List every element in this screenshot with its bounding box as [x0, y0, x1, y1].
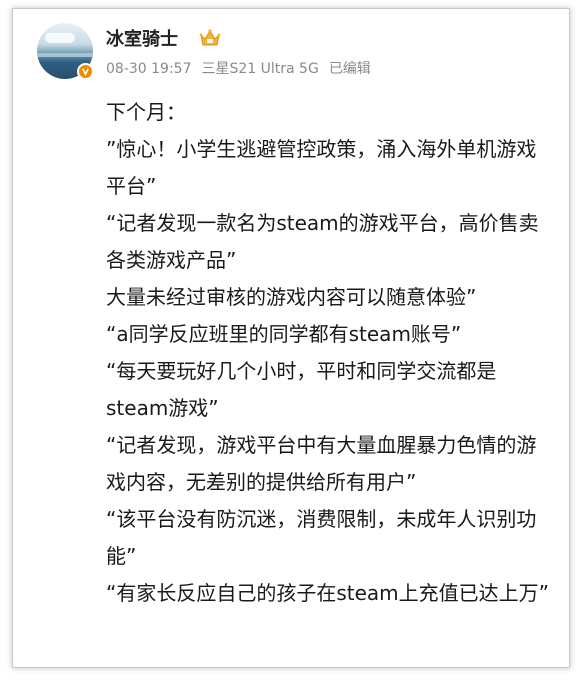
post-date: 08-30 19:57	[106, 61, 192, 77]
post-line: 下个月：	[106, 100, 186, 124]
post-line: ”惊心！小学生逃避管控政策，涌入海外单机游戏平台”	[106, 137, 537, 198]
post-line: 大量未经过审核的游戏内容可以随意体验”	[106, 285, 477, 309]
post-line: “该平台没有防沉迷，消费限制，未成年人识别功能”	[106, 507, 537, 568]
username[interactable]: 冰室骑士	[106, 29, 178, 51]
post-line: “记者发现，游戏平台中有大量血腥暴力色情的游戏内容，无差别的提供给所有用户”	[106, 433, 537, 494]
post-edited-label: 已编辑	[328, 61, 371, 77]
post-body: 下个月： ”惊心！小学生逃避管控政策，涌入海外单机游戏平台” “记者发现一款名为…	[106, 94, 556, 612]
post-line: “记者发现一款名为steam的游戏平台，高价售卖各类游戏产品”	[106, 211, 539, 272]
post-line: “每天要玩好几个小时，平时和同学交流都是steam游戏”	[106, 359, 497, 420]
post-line: “a同学反应班里的同学都有steam账号”	[106, 322, 462, 346]
post-line: “有家长反应自己的孩子在steam上充值已达上万”	[106, 581, 550, 605]
post-device: 三星S21 Ultra 5G	[201, 61, 319, 77]
post-card: 冰室骑士 08-30 19:57 三星S21 Ultra 5G 已编辑 下个月： ”…	[12, 8, 570, 668]
verified-badge-icon	[77, 63, 94, 80]
avatar[interactable]	[37, 23, 94, 80]
post-meta: 08-30 19:57 三星S21 Ultra 5G 已编辑	[106, 60, 381, 78]
crown-icon	[199, 29, 221, 46]
